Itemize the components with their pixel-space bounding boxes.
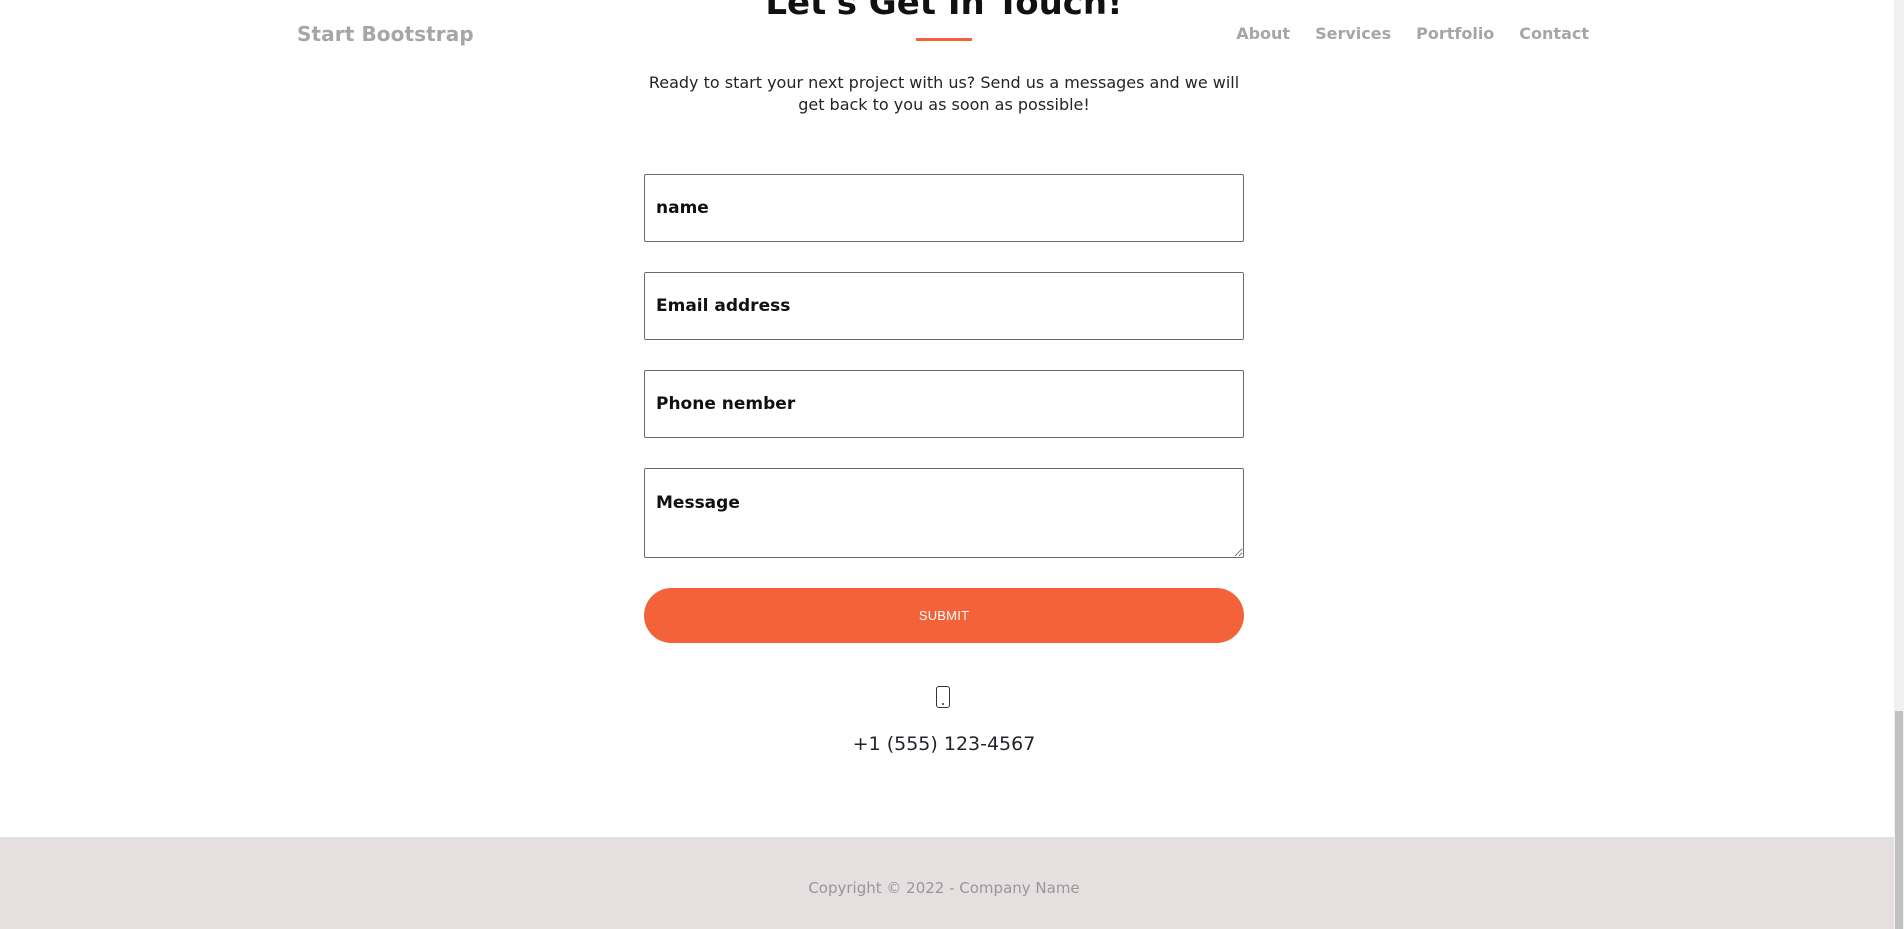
nav-link-portfolio[interactable]: Portfolio [1416, 24, 1494, 43]
contact-form: SUBMIT [644, 174, 1244, 643]
nav-item-about: About [1236, 24, 1290, 43]
nav-link-services[interactable]: Services [1315, 24, 1391, 43]
nav-link-about[interactable]: About [1236, 24, 1290, 43]
navbar: Start Bootstrap About Services Portfolio… [0, 0, 1894, 70]
submit-button[interactable]: SUBMIT [644, 588, 1244, 643]
vertical-scrollbar[interactable] [1894, 0, 1904, 929]
message-textarea[interactable] [644, 468, 1244, 558]
email-input[interactable] [644, 272, 1244, 340]
phone-input[interactable] [644, 370, 1244, 438]
scrollbar-thumb[interactable] [1895, 711, 1903, 929]
nav-item-portfolio: Portfolio [1416, 24, 1494, 43]
copyright-text: Copyright © 2022 - Company Name [808, 879, 1080, 897]
footer: Copyright © 2022 - Company Name [0, 837, 1894, 929]
nav-link-contact[interactable]: Contact [1519, 24, 1589, 43]
brand-link[interactable]: Start Bootstrap [297, 22, 474, 46]
nav-item-services: Services [1315, 24, 1391, 43]
contact-lead-text: Ready to start your next project with us… [648, 73, 1240, 114]
nav-item-contact: Contact [1519, 24, 1589, 43]
name-input[interactable] [644, 174, 1244, 242]
phone-number: +1 (555) 123-4567 [852, 733, 1036, 755]
mobile-phone-icon [936, 686, 950, 708]
nav-links: About Services Portfolio Contact [1236, 24, 1589, 43]
page: Let's Get In Touch! Start Bootstrap Abou… [0, 0, 1904, 929]
